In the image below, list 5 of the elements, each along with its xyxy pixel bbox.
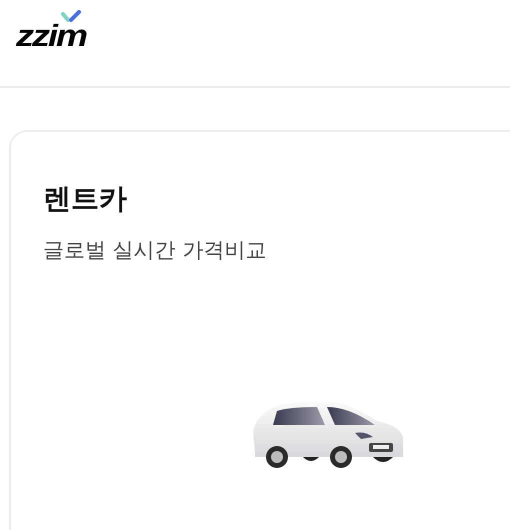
logo[interactable]: zzim	[16, 20, 86, 52]
card-title: 렌트카	[43, 182, 128, 216]
card-subtitle: 글로벌 실시간 가격비교	[43, 238, 268, 263]
checkmark-icon	[60, 10, 84, 24]
rental-card[interactable]: 렌트카 글로벌 실시간 가격비교	[9, 130, 510, 530]
